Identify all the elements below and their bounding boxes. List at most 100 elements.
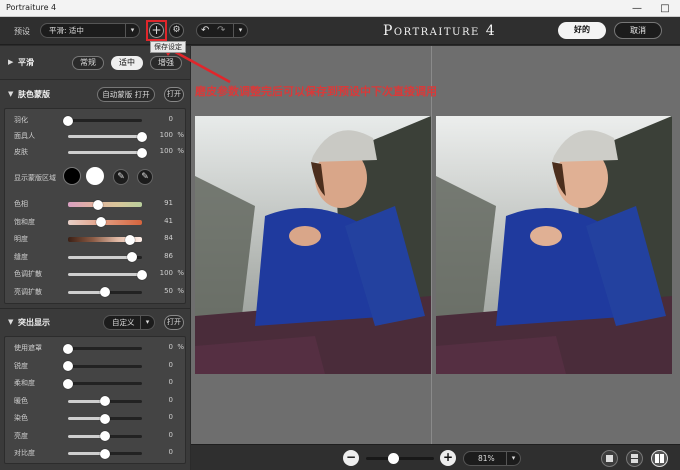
window-title: Portraiture 4 [6,3,57,12]
slider-track[interactable] [68,131,147,142]
cancel-button[interactable]: 取消 [614,22,662,39]
slider-label: 使用遮罩 [14,344,42,352]
slider-knob[interactable] [100,396,110,406]
enhance-preset-dropdown[interactable]: 自定义 ▾ [103,315,155,330]
split-vertical-button[interactable] [651,450,668,467]
slider-knob[interactable] [100,287,110,297]
slider-knob[interactable] [100,431,110,441]
plus-icon: + [442,450,454,464]
slider-label: 暖色 [14,396,28,405]
enhance-toggle-button[interactable]: 打开 [164,315,184,330]
collapse-triangle-icon[interactable]: ▼ [8,90,13,98]
slider-row: 明度 84 [5,232,187,246]
chevron-down-icon[interactable]: ▾ [233,23,247,38]
minus-icon: − [345,450,357,464]
window-title-bar: Portraiture 4 — □ [0,0,680,17]
mask-black-swatch[interactable] [63,167,81,185]
slider-unit: % [177,147,184,155]
slider-label: 亮调扩散 [14,287,42,296]
zoom-in-button[interactable]: + [440,450,456,466]
slider-value: 0 [168,115,173,123]
plus-icon: + [151,23,162,37]
preset-dropdown[interactable]: 平滑: 适中 ▾ [40,23,140,38]
slider-knob[interactable] [63,115,73,126]
eyedropper-button[interactable]: ✎ [113,169,129,185]
slider-track[interactable] [63,378,142,389]
chevron-down-icon: ▾ [125,23,139,38]
slider-row: 羽化 0 [5,113,187,127]
slider-row: 柔和度 0 [5,376,187,390]
slider-value: 0 [168,448,173,456]
retouched-photo[interactable] [436,116,672,374]
slider-value: 0 [168,413,173,421]
single-view-icon [606,455,613,462]
smoothing-normal-button[interactable]: 常规 [72,56,104,70]
slider-track[interactable] [68,217,142,227]
add-preset-button[interactable]: + [149,23,164,38]
slider-value: 0 [168,378,173,386]
redo-icon[interactable]: ↷ [217,24,225,37]
slider-track[interactable] [68,448,142,459]
slider-knob[interactable] [96,217,107,227]
show-mask-label: 显示蒙版区域 [14,174,56,182]
slider-knob[interactable] [126,252,137,262]
slider-knob[interactable] [63,361,73,371]
slider-row: 对比度 0 [5,446,187,460]
slider-knob[interactable] [63,378,73,389]
enhance-title: 突出显示 [18,318,50,327]
undo-redo-group: ↶ ↷ ▾ [196,23,248,38]
slider-track[interactable] [68,413,142,424]
slider-track[interactable] [68,431,142,441]
slider-track[interactable] [68,269,147,280]
split-horizontal-button[interactable] [626,450,643,467]
undo-icon[interactable]: ↶ [201,24,209,37]
slider-track[interactable] [68,396,142,406]
slider-label: 羽化 [14,116,28,124]
original-photo[interactable] [195,116,431,374]
expand-triangle-icon[interactable]: ▶ [8,58,13,66]
slider-track[interactable] [63,343,142,354]
slider-knob[interactable] [92,199,103,210]
slider-track[interactable] [68,252,142,262]
ok-button[interactable]: 好的 [558,22,606,39]
portrait-image [195,116,431,374]
smoothing-medium-button[interactable]: 适中 [111,56,143,70]
eyedropper-plus-button[interactable]: ✎ [137,169,153,185]
split-divider[interactable] [431,46,432,444]
mask-white-swatch[interactable] [86,167,104,185]
slider-track[interactable] [68,199,142,210]
single-view-button[interactable] [601,450,618,467]
slider-track[interactable] [68,147,147,158]
portrait-image [436,116,672,374]
slider-row: 染色 0 [5,411,187,425]
slider-knob[interactable] [100,448,110,459]
slider-track[interactable] [68,234,142,245]
zoom-slider[interactable] [366,453,434,464]
slider-knob[interactable] [137,131,147,142]
preset-settings-button[interactable]: ⚙ [169,23,184,38]
slider-knob[interactable] [125,234,136,245]
preview-area [191,46,680,444]
chevron-down-icon: ▾ [140,315,154,330]
maximize-icon[interactable]: □ [651,1,679,16]
slider-track[interactable] [63,115,142,126]
auto-mask-button[interactable]: 自动蒙版 打开 [97,87,155,102]
eyedropper-plus-icon: ✎ [141,172,149,182]
slider-knob[interactable] [137,269,147,280]
slider-track[interactable] [63,361,142,371]
zoom-dropdown[interactable]: 81% ▾ [463,451,521,466]
zoom-out-button[interactable]: − [343,450,359,466]
slider-knob[interactable] [100,413,110,424]
slider-fill [68,135,142,138]
slider-row: 使用遮罩 0% [5,341,187,355]
slider-row: 面具人 100% [5,129,187,143]
zoom-slider-knob[interactable] [388,453,400,464]
slider-knob[interactable] [137,147,147,158]
toolbar: 预设 平滑: 适中 ▾ + ⚙ ↶ ↷ ▾ Portraiture 4 好的 取… [0,17,680,45]
minimize-icon[interactable]: — [623,1,651,16]
divider [0,308,190,309]
chevron-down-icon: ▾ [506,451,520,466]
slider-knob[interactable] [63,343,73,354]
slider-track[interactable] [68,287,142,297]
collapse-triangle-icon[interactable]: ▼ [8,318,13,326]
